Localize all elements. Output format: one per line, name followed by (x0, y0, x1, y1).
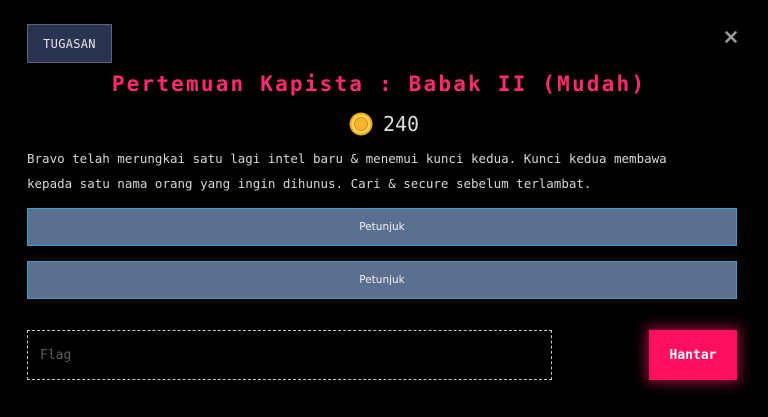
hint-button-1[interactable]: Petunjuk (27, 208, 737, 246)
submit-button[interactable]: Hantar (649, 330, 737, 380)
close-icon (725, 31, 737, 43)
description-line: kepada satu nama orang yang ingin dihunu… (27, 176, 592, 191)
challenge-description: Bravo telah merungkai satu lagi intel ba… (27, 146, 727, 196)
hint-button-2[interactable]: Petunjuk (27, 261, 737, 299)
points-display: 240 (0, 110, 768, 138)
flag-input[interactable] (27, 330, 552, 380)
description-line: Bravo telah merungkai satu lagi intel ba… (27, 151, 667, 166)
category-tag-label: TUGASAN (43, 36, 96, 51)
challenge-title: Pertemuan Kapista : Babak II (Mudah) (111, 72, 647, 96)
close-button[interactable] (720, 26, 742, 48)
hint-label: Petunjuk (359, 274, 405, 286)
hint-label: Petunjuk (359, 221, 405, 233)
points-value: 240 (382, 112, 420, 136)
coin-icon (349, 112, 373, 136)
category-tag-button[interactable]: TUGASAN (27, 24, 112, 63)
